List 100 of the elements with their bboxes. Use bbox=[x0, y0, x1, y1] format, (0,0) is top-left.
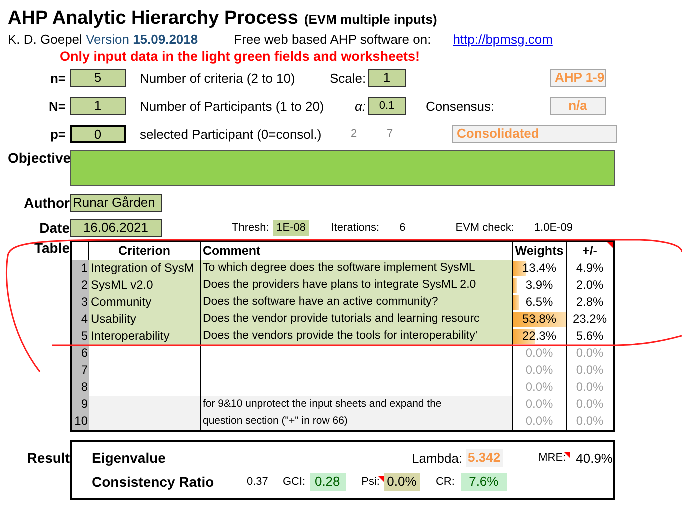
app-subtitle: (EVM multiple inputs) bbox=[304, 12, 438, 27]
objective-field[interactable] bbox=[70, 150, 615, 186]
weight-value: 3.9% bbox=[524, 277, 554, 294]
row-number: 5 bbox=[72, 328, 89, 345]
eigenvalue-label: Eigenvalue bbox=[92, 450, 167, 466]
param-label: N= bbox=[48, 98, 66, 114]
error-value: 0.0% bbox=[575, 379, 605, 396]
warning-text: Only input data in the light green fields and worksheets! bbox=[60, 49, 422, 64]
error-value: 23.2% bbox=[572, 311, 608, 328]
error-value: 2.8% bbox=[575, 294, 605, 311]
criterion-cell[interactable] bbox=[89, 413, 201, 430]
consistency-raw-value: 0.37 bbox=[247, 476, 270, 488]
comment-marker-icon bbox=[378, 476, 384, 482]
result-label: Result bbox=[26, 449, 70, 468]
weight-value: 0.0% bbox=[524, 379, 554, 396]
comment-marker-icon bbox=[607, 242, 613, 248]
weight-value: 0.0% bbox=[524, 396, 554, 413]
criterion-cell[interactable]: Usability bbox=[89, 311, 201, 328]
row-number: 2 bbox=[72, 277, 89, 294]
participant-number: 7 bbox=[386, 128, 394, 140]
criterion-cell[interactable]: Integration of SysM bbox=[89, 260, 201, 277]
mre-value: 40.9% bbox=[576, 450, 613, 466]
info-text: Free web based AHP software on: bbox=[234, 32, 432, 47]
website-link[interactable]: http://bpmsg.com bbox=[453, 32, 553, 47]
param-side-input[interactable]: 1 bbox=[368, 69, 406, 87]
criterion-cell[interactable]: SysML v2.0 bbox=[89, 277, 201, 294]
param-tag-label: Consensus: bbox=[426, 98, 496, 114]
weight-value: 0.0% bbox=[524, 362, 554, 379]
weight-value: 6.5% bbox=[524, 294, 554, 311]
date-field[interactable]: 16.06.2021 bbox=[70, 218, 162, 236]
row-number: 4 bbox=[72, 311, 89, 328]
psi-label: Psi: bbox=[362, 476, 384, 488]
criterion-cell[interactable]: Interoperability bbox=[89, 328, 201, 345]
param-label: n= bbox=[49, 70, 66, 86]
param-tag: n/a bbox=[550, 97, 606, 115]
version-label: Version bbox=[86, 32, 130, 47]
cr-label: CR: bbox=[436, 476, 456, 488]
comment-cell[interactable]: question section ("+" in row 66) bbox=[201, 413, 513, 430]
criterion-cell[interactable]: Community bbox=[89, 294, 201, 311]
error-value: 0.0% bbox=[575, 396, 605, 413]
error-value: 0.0% bbox=[575, 345, 605, 362]
author-name: K. D. Goepel bbox=[8, 32, 82, 47]
author-label: Author bbox=[23, 194, 70, 210]
param-description: selected Participant (0=consol.) bbox=[140, 126, 323, 142]
date-label: Date bbox=[38, 220, 70, 236]
error-value: 0.0% bbox=[575, 362, 605, 379]
row-number: 8 bbox=[72, 379, 89, 396]
iterations-label: Iterations: bbox=[331, 220, 380, 236]
comment-cell[interactable]: Does the vendor provide tutorials and learning resourc bbox=[201, 311, 513, 328]
app-title: AHP Analytic Hierarchy Process bbox=[8, 8, 298, 30]
comment-cell[interactable]: To which degree does the software implement SysML bbox=[201, 260, 513, 277]
thresh-value: 1E-08 bbox=[273, 220, 310, 236]
param-input[interactable]: 5 bbox=[70, 69, 126, 87]
comment-cell[interactable]: Does the software have an active community? bbox=[201, 294, 513, 311]
weight-value: 13.4% bbox=[521, 260, 558, 277]
version-number: 15.09.2018 bbox=[133, 32, 198, 47]
error-value: 4.9% bbox=[575, 260, 605, 277]
thresh-label: Thresh: bbox=[232, 220, 270, 236]
comment-cell[interactable]: Does the vendors provide the tools for interoperability' bbox=[201, 328, 513, 345]
error-value: 2.0% bbox=[575, 277, 605, 294]
criterion-cell[interactable] bbox=[89, 396, 201, 413]
param-description: Number of Participants (1 to 20) bbox=[140, 98, 326, 114]
param-label: p= bbox=[49, 126, 66, 142]
author-field[interactable]: Runar Gården bbox=[70, 194, 162, 212]
param-side-input[interactable]: 0.1 bbox=[368, 97, 406, 115]
param-input[interactable]: 0 bbox=[70, 125, 126, 143]
weight-value: 53.8% bbox=[521, 311, 558, 328]
participant-number: 2 bbox=[350, 128, 358, 140]
column-header: Weights bbox=[513, 242, 567, 260]
param-input[interactable]: 1 bbox=[70, 97, 126, 115]
row-number: 3 bbox=[72, 294, 89, 311]
objective-label: Objective bbox=[8, 150, 70, 166]
column-header: +/- bbox=[567, 242, 613, 260]
comment-cell[interactable]: for 9&10 unprotect the input sheets and expand the bbox=[201, 396, 513, 413]
gci-label: GCI: bbox=[283, 476, 307, 488]
param-description: Number of criteria (2 to 10) bbox=[140, 70, 296, 86]
param-tag: AHP 1-9 bbox=[550, 69, 606, 87]
iterations-value: 6 bbox=[400, 220, 406, 236]
consistency-ratio-label: Consistency Ratio bbox=[92, 474, 216, 490]
cr-value: 7.6% bbox=[460, 473, 507, 491]
evm-check-label: EVM check: bbox=[456, 220, 514, 236]
lambda-value: 5.342 bbox=[466, 449, 503, 467]
mre-label: MRE: bbox=[538, 452, 570, 464]
row-number: 9 bbox=[72, 396, 89, 413]
comment-cell[interactable]: Does the providers have plans to integrate SysML 2.0 bbox=[201, 277, 513, 294]
evm-check-value: 1.0E-09 bbox=[534, 220, 573, 236]
row-number: 1 bbox=[72, 260, 89, 277]
psi-value: 0.0% bbox=[384, 473, 420, 491]
table-label: Table bbox=[33, 240, 70, 258]
lambda-label: Lambda: bbox=[412, 450, 464, 466]
weight-value: 0.0% bbox=[524, 345, 554, 362]
param-side-label: Scale: bbox=[330, 70, 366, 86]
row-number: 10 bbox=[72, 413, 89, 430]
gci-value: 0.28 bbox=[310, 473, 346, 491]
param-side-label: α: bbox=[354, 98, 366, 114]
error-value: 5.6% bbox=[575, 328, 605, 345]
row-number: 7 bbox=[72, 362, 89, 379]
weight-value: 0.0% bbox=[524, 413, 554, 430]
error-value: 0.0% bbox=[575, 413, 605, 430]
comment-marker-icon bbox=[564, 452, 570, 458]
